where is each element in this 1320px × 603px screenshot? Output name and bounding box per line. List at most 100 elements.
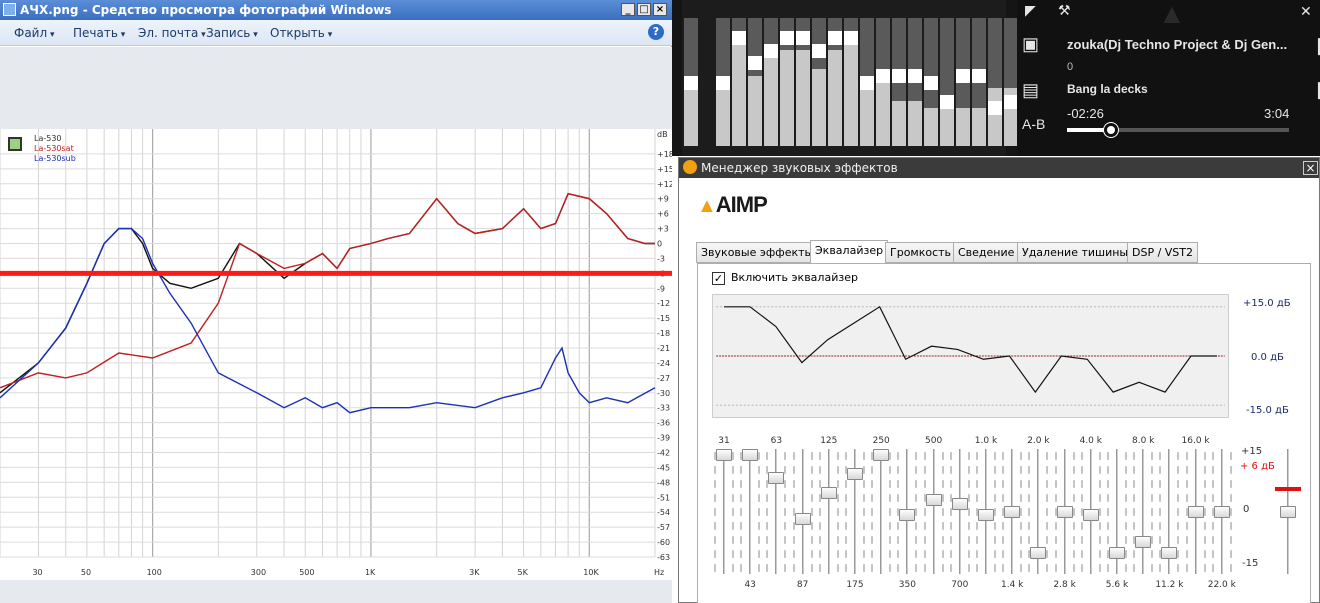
band-thumb[interactable] bbox=[1030, 546, 1047, 559]
band-slider[interactable] bbox=[817, 449, 841, 574]
tab-dsp-vst2[interactable]: DSP / VST2 bbox=[1127, 242, 1199, 263]
menu-burn[interactable]: Запись bbox=[206, 26, 258, 40]
band-thumb[interactable] bbox=[1213, 505, 1230, 518]
band-thumb[interactable] bbox=[1187, 505, 1204, 518]
fx-titlebar[interactable]: Менеджер звуковых эффектов × bbox=[679, 158, 1319, 178]
spectrum-peak bbox=[828, 31, 842, 45]
band-thumb[interactable] bbox=[951, 497, 968, 510]
viewer-titlebar[interactable]: АЧХ.png - Средство просмотра фотографий … bbox=[0, 0, 672, 20]
band-thumb[interactable] bbox=[899, 509, 916, 522]
band-thumb[interactable] bbox=[820, 486, 837, 499]
menu-email[interactable]: Эл. почта bbox=[138, 26, 206, 40]
band-label-top: 31 bbox=[718, 436, 730, 446]
y-tick-label: -48 bbox=[657, 478, 670, 487]
spectrum-level bbox=[860, 82, 874, 146]
band-slider[interactable] bbox=[712, 449, 736, 574]
band-thumb[interactable] bbox=[794, 513, 811, 526]
band-slider[interactable] bbox=[1000, 449, 1024, 574]
band-thumb[interactable] bbox=[847, 467, 863, 480]
band-slider[interactable] bbox=[922, 449, 946, 574]
band-thumb[interactable] bbox=[1161, 546, 1178, 559]
wrench-icon[interactable]: ⚒ bbox=[1058, 2, 1071, 19]
spectrum-peak bbox=[940, 95, 954, 109]
preamp-thumb[interactable] bbox=[1280, 506, 1296, 518]
band-thumb[interactable] bbox=[873, 449, 890, 461]
band-slider[interactable] bbox=[895, 449, 919, 574]
band-slider[interactable] bbox=[1053, 449, 1077, 574]
tab-silence-removal[interactable]: Удаление тишины bbox=[1017, 242, 1134, 263]
band-slider[interactable] bbox=[1079, 449, 1103, 574]
pin-icon[interactable]: ◤ bbox=[1025, 2, 1036, 19]
spectrum-peak bbox=[684, 76, 698, 90]
tab-equalizer[interactable]: Эквалайзер bbox=[810, 240, 889, 264]
band-thumb[interactable] bbox=[978, 509, 994, 522]
band-slider[interactable] bbox=[1184, 449, 1208, 574]
tab-mixing[interactable]: Сведение bbox=[953, 242, 1020, 263]
band-slider[interactable] bbox=[738, 449, 762, 574]
band-thumb[interactable] bbox=[1056, 505, 1073, 518]
y-tick-label: -39 bbox=[657, 434, 670, 443]
seek-handle[interactable] bbox=[1104, 123, 1119, 137]
band-slider[interactable] bbox=[1026, 449, 1050, 574]
band-thumb[interactable] bbox=[768, 471, 785, 484]
band-slider[interactable] bbox=[843, 449, 867, 574]
enable-equalizer-checkbox[interactable]: ✓ bbox=[712, 272, 725, 285]
tab-volume[interactable]: Громкость bbox=[885, 242, 957, 263]
spectrum-level bbox=[876, 82, 890, 146]
band-thumb[interactable] bbox=[1004, 505, 1021, 518]
minimize-button[interactable]: _ bbox=[621, 3, 635, 16]
band-thumb[interactable] bbox=[1082, 509, 1099, 522]
band-thumb[interactable] bbox=[1109, 546, 1125, 559]
menu-print[interactable]: Печать bbox=[73, 26, 125, 40]
tab-sound-effects[interactable]: Звуковые эффекты bbox=[696, 242, 819, 263]
enable-equalizer-label: Включить эквалайзер bbox=[731, 271, 858, 284]
scale-plus15: +15 bbox=[1241, 446, 1263, 457]
band-thumb[interactable] bbox=[716, 449, 732, 461]
desktop: АЧХ.png - Средство просмотра фотографий … bbox=[0, 0, 1320, 603]
aimp-triangle-icon: ▲ bbox=[697, 195, 717, 217]
player-panel: ◤ ⚒ ▲ ✕ ▣ ▤ A-B zouka(Dj Techno Project … bbox=[1017, 0, 1320, 156]
fx-close-button[interactable]: × bbox=[1303, 161, 1318, 175]
band-thumb[interactable] bbox=[925, 494, 942, 507]
spectrum-peak bbox=[924, 76, 938, 90]
band-label-bottom: 175 bbox=[846, 580, 864, 590]
scroll-icon[interactable]: ▐ bbox=[1313, 82, 1320, 98]
band-slider[interactable] bbox=[1210, 449, 1234, 574]
maximize-button[interactable]: □ bbox=[637, 3, 651, 16]
close-player-icon[interactable]: ✕ bbox=[1300, 3, 1312, 20]
help-icon[interactable]: ? bbox=[648, 24, 664, 40]
y-tick-label: -15 bbox=[657, 314, 670, 323]
spectrum-level bbox=[828, 50, 842, 146]
band-slider[interactable] bbox=[974, 449, 998, 574]
slider-dots bbox=[784, 449, 787, 574]
band-slider[interactable] bbox=[869, 449, 893, 574]
band-slider[interactable] bbox=[1157, 449, 1181, 574]
menu-file[interactable]: Файл bbox=[14, 26, 55, 40]
band-thumb[interactable] bbox=[1135, 535, 1152, 548]
more-icon[interactable]: ▐ bbox=[1313, 38, 1320, 54]
band-slider[interactable] bbox=[764, 449, 788, 574]
album-title: Bang la decks bbox=[1067, 82, 1148, 96]
playlist-icon[interactable]: ▤ bbox=[1022, 80, 1039, 101]
x-tick-label: 1K bbox=[365, 568, 376, 577]
slider-dots bbox=[863, 449, 865, 574]
band-slider[interactable] bbox=[948, 449, 972, 574]
band-slider[interactable] bbox=[1131, 449, 1155, 574]
viewer-menubar: Файл Печать Эл. почта Запись Открыть ? bbox=[0, 20, 672, 46]
curve-label-plus15: +15.0 дБ bbox=[1243, 298, 1291, 309]
briefcase-icon[interactable]: ▣ bbox=[1022, 34, 1039, 55]
menu-open[interactable]: Открыть bbox=[270, 26, 332, 40]
y-tick-label: -54 bbox=[657, 508, 670, 517]
slider-track bbox=[958, 449, 961, 574]
band-slider[interactable] bbox=[1105, 449, 1129, 574]
ab-repeat-button[interactable]: A-B bbox=[1022, 116, 1045, 132]
band-thumb[interactable] bbox=[742, 449, 759, 461]
seek-bar[interactable] bbox=[1067, 123, 1289, 137]
close-button[interactable]: × bbox=[653, 3, 667, 16]
y-tick-label: +18 bbox=[657, 150, 672, 159]
band-label-top: 8.0 k bbox=[1131, 436, 1155, 446]
slider-dots bbox=[766, 449, 769, 574]
legend-icon-screen bbox=[10, 139, 20, 149]
band-slider[interactable] bbox=[791, 449, 815, 574]
preamp-slider[interactable] bbox=[1275, 449, 1301, 574]
